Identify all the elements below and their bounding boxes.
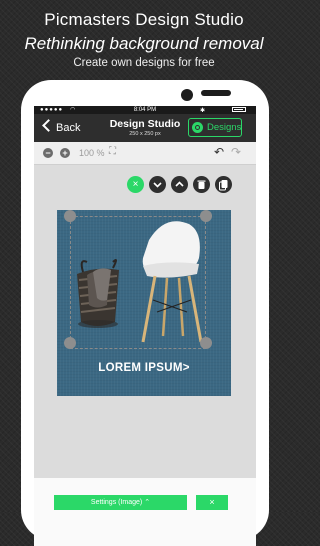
- move-down-button[interactable]: [149, 176, 166, 193]
- status-time: 8:04 PM: [133, 107, 157, 113]
- redo-icon[interactable]: ↷: [231, 145, 241, 159]
- app-screen: ●●●●● ◠ 8:04 PM ✱ Back Design Studio 250…: [34, 106, 256, 546]
- design-caption[interactable]: LOREM IPSUM>: [57, 362, 231, 374]
- phone-frame: ●●●●● ◠ 8:04 PM ✱ Back Design Studio 250…: [21, 80, 269, 546]
- resize-handle-bottom-right[interactable]: [200, 337, 212, 349]
- status-bar: ●●●●● ◠ 8:04 PM ✱: [34, 106, 256, 114]
- fit-to-screen-icon[interactable]: ⛶: [109, 146, 116, 157]
- page-title: Design Studio: [109, 118, 181, 130]
- canvas-area[interactable]: × LOREM IPSUM>: [34, 165, 256, 478]
- move-up-button[interactable]: [171, 176, 188, 193]
- resize-handle-bottom-left[interactable]: [64, 337, 76, 349]
- zoom-out-button[interactable]: −: [43, 148, 53, 158]
- canvas-size: 250 x 250 px: [129, 131, 161, 137]
- chevron-left-icon: [42, 119, 55, 132]
- deselect-button[interactable]: ×: [127, 176, 144, 193]
- zoom-in-button[interactable]: +: [60, 148, 70, 158]
- duplicate-icon: [219, 180, 228, 191]
- bottom-bar: Settings (Image) ⌃ ×: [34, 478, 256, 546]
- duplicate-button[interactable]: [215, 176, 232, 193]
- settings-image-button[interactable]: Settings (Image) ⌃: [54, 495, 187, 510]
- promo-headline: Picmasters Design Studio: [44, 10, 244, 29]
- resize-handle-top-left[interactable]: [64, 210, 76, 222]
- back-button[interactable]: Back: [42, 119, 81, 134]
- promo-tagline: Rethinking background removal: [24, 34, 264, 53]
- trash-icon: [197, 180, 206, 189]
- promo-subline: Create own designs for free: [73, 57, 215, 69]
- back-label: Back: [56, 122, 81, 134]
- undo-icon[interactable]: ↶: [214, 145, 224, 159]
- close-settings-button[interactable]: ×: [196, 495, 228, 510]
- bluetooth-icon: ✱: [200, 108, 206, 114]
- design-canvas[interactable]: LOREM IPSUM>: [57, 210, 231, 396]
- edit-toolbar: − + 100 % ⛶ ↶ ↷: [34, 142, 256, 165]
- designs-icon: [192, 122, 203, 133]
- chevron-down-icon: [153, 182, 162, 188]
- camera-icon: [181, 89, 193, 101]
- selection-box[interactable]: [70, 216, 206, 349]
- battery-icon: [232, 107, 246, 112]
- nav-bar: Back Design Studio 250 x 250 px Designs: [34, 114, 256, 142]
- designs-label: Designs: [207, 122, 242, 133]
- speaker-grille: [201, 90, 231, 96]
- resize-handle-top-right[interactable]: [200, 210, 212, 222]
- designs-button[interactable]: Designs: [188, 118, 242, 137]
- zoom-level: 100 %: [79, 148, 105, 158]
- delete-button[interactable]: [193, 176, 210, 193]
- chevron-up-icon: [175, 181, 184, 187]
